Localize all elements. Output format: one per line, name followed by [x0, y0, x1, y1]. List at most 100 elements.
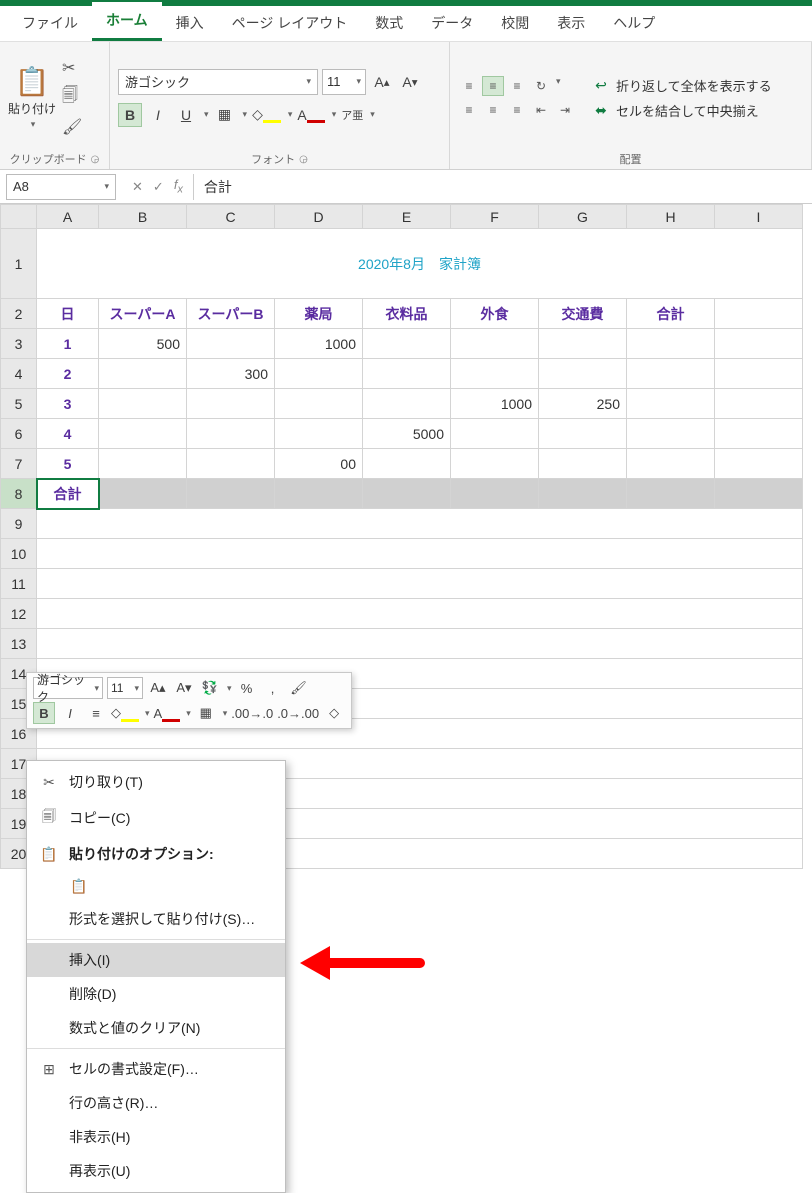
mini-size-select[interactable]: 11▾ [107, 677, 143, 699]
cell[interactable] [715, 449, 803, 479]
cell[interactable] [451, 479, 539, 509]
row-header[interactable]: 13 [1, 629, 37, 659]
mini-fontcolor-button[interactable]: A [154, 702, 181, 724]
cell[interactable]: 薬局 [275, 299, 363, 329]
orientation-button[interactable]: ↻ [530, 76, 552, 96]
cell[interactable] [363, 359, 451, 389]
ctx-delete[interactable]: 削除(D) [27, 977, 285, 1011]
ctx-clear[interactable]: 数式と値のクリア(N) [27, 1011, 285, 1045]
mini-italic-button[interactable]: I [59, 702, 81, 724]
phonetic-button[interactable]: ア亜 [340, 103, 364, 127]
ctx-hide[interactable]: 非表示(H) [27, 1120, 285, 1154]
confirm-formula-icon[interactable]: ✓ [153, 179, 164, 195]
cell[interactable]: 外食 [451, 299, 539, 329]
cell[interactable] [715, 359, 803, 389]
select-all-corner[interactable] [1, 205, 37, 229]
tab-help[interactable]: ヘルプ [599, 5, 669, 41]
font-color-button[interactable]: A [296, 103, 325, 127]
cell[interactable] [451, 359, 539, 389]
cell[interactable]: 00 [275, 449, 363, 479]
align-center-button[interactable]: ≡ [482, 100, 504, 120]
mini-percent-button[interactable]: % [236, 677, 258, 699]
name-box[interactable]: A8▾ [6, 174, 116, 200]
underline-button[interactable]: U [174, 103, 198, 127]
cell[interactable] [37, 539, 803, 569]
row-header[interactable]: 9 [1, 509, 37, 539]
fx-icon[interactable]: fx [174, 177, 183, 196]
cell[interactable] [99, 389, 187, 419]
font-name-select[interactable]: 游ゴシック▾ [118, 69, 318, 95]
active-cell[interactable]: 合計 [37, 479, 99, 509]
col-header[interactable]: H [627, 205, 715, 229]
italic-button[interactable]: I [146, 103, 170, 127]
cell[interactable] [627, 479, 715, 509]
mini-align-button[interactable]: ≡ [85, 702, 107, 724]
mini-border-button[interactable]: ▦ [195, 702, 217, 724]
row-header[interactable]: 2 [1, 299, 37, 329]
cell[interactable]: 4 [37, 419, 99, 449]
tab-data[interactable]: データ [417, 5, 487, 41]
cell[interactable] [627, 449, 715, 479]
align-left-button[interactable]: ≡ [458, 100, 480, 120]
col-header[interactable]: C [187, 205, 275, 229]
cell[interactable] [715, 389, 803, 419]
ctx-cut[interactable]: ✂切り取り(T) [27, 765, 285, 799]
clipboard-icon[interactable]: 📋 [15, 65, 50, 98]
mini-accounting-icon[interactable]: 💱 [199, 677, 221, 699]
align-bottom-button[interactable]: ≡ [506, 76, 528, 96]
cell[interactable] [99, 479, 187, 509]
cell[interactable] [187, 329, 275, 359]
cell[interactable]: 1 [37, 329, 99, 359]
cell[interactable] [275, 359, 363, 389]
ctx-paste-option-1[interactable]: 📋 [27, 871, 285, 902]
cell[interactable]: 5 [37, 449, 99, 479]
row-header[interactable]: 12 [1, 599, 37, 629]
cell[interactable] [451, 419, 539, 449]
ctx-format-cells[interactable]: ⊞セルの書式設定(F)… [27, 1052, 285, 1086]
mini-inc-decimal-icon[interactable]: .0→.00 [277, 702, 319, 724]
cell[interactable] [539, 419, 627, 449]
cell[interactable]: 交通費 [539, 299, 627, 329]
col-header[interactable]: G [539, 205, 627, 229]
tab-formulas[interactable]: 数式 [361, 5, 417, 41]
cell[interactable] [627, 329, 715, 359]
border-button[interactable]: ▦ [213, 103, 237, 127]
cell[interactable] [627, 359, 715, 389]
cell[interactable] [363, 449, 451, 479]
cell[interactable] [275, 479, 363, 509]
clipboard-launcher-icon[interactable]: ◶ [91, 154, 100, 165]
bold-button[interactable]: B [118, 103, 142, 127]
mini-font-select[interactable]: 游ゴシック▾ [33, 677, 103, 699]
indent-decrease-button[interactable]: ⇤ [530, 100, 552, 120]
format-painter-icon[interactable]: 🖌 [62, 117, 82, 137]
cell[interactable]: スーパーA [99, 299, 187, 329]
cell[interactable] [187, 419, 275, 449]
copy-icon[interactable]: 🗐 [62, 84, 82, 111]
tab-insert[interactable]: 挿入 [162, 5, 218, 41]
align-middle-button[interactable]: ≡ [482, 76, 504, 96]
cell[interactable]: 1000 [275, 329, 363, 359]
sheet-title[interactable]: 2020年8月 家計簿 [37, 229, 803, 299]
cell[interactable] [451, 329, 539, 359]
cell[interactable] [37, 509, 803, 539]
cell[interactable]: 日 [37, 299, 99, 329]
col-header[interactable]: I [715, 205, 803, 229]
col-header[interactable]: E [363, 205, 451, 229]
ctx-row-height[interactable]: 行の高さ(R)… [27, 1086, 285, 1120]
cell[interactable]: スーパーB [187, 299, 275, 329]
cell[interactable] [37, 569, 803, 599]
cut-icon[interactable]: ✂ [62, 58, 82, 78]
ctx-paste-special[interactable]: 形式を選択して貼り付け(S)… [27, 902, 285, 936]
mini-fill-button[interactable]: ◇ [111, 702, 139, 724]
row-header[interactable]: 10 [1, 539, 37, 569]
cell[interactable]: 合計 [627, 299, 715, 329]
mini-format-painter-icon[interactable]: 🖌 [288, 677, 310, 699]
align-top-button[interactable]: ≡ [458, 76, 480, 96]
row-header[interactable]: 1 [1, 229, 37, 299]
cell[interactable] [275, 389, 363, 419]
cell[interactable] [715, 299, 803, 329]
row-header[interactable]: 4 [1, 359, 37, 389]
cell[interactable] [99, 449, 187, 479]
align-right-button[interactable]: ≡ [506, 100, 528, 120]
cell[interactable]: 300 [187, 359, 275, 389]
